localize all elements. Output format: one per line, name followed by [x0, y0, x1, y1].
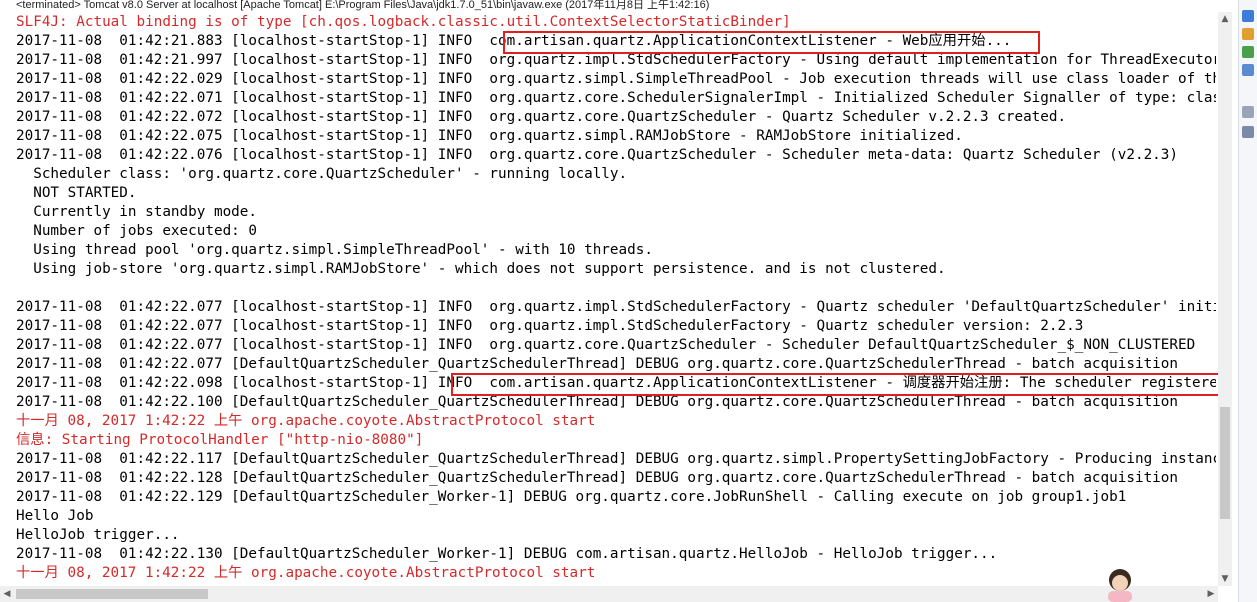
console-line: 2017-11-08 01:42:22.077 [localhost-start… — [16, 337, 1196, 353]
side-toolbar — [1238, 0, 1257, 602]
search-icon[interactable] — [1242, 126, 1254, 138]
console-line: Number of jobs executed: 0 — [16, 223, 258, 239]
console-line: 2017-11-08 01:42:22.117 [DefaultQuartzSc… — [16, 451, 1216, 467]
console-line: 2017-11-08 01:42:22.077 [localhost-start… — [16, 299, 1216, 315]
console-line: Scheduler class: 'org.quartz.core.Quartz… — [16, 166, 628, 182]
console-line: 2017-11-08 01:42:22.130 [DefaultQuartzSc… — [16, 546, 998, 562]
servers-icon[interactable] — [1242, 106, 1254, 118]
console-line: NOT STARTED. — [16, 185, 137, 201]
console-line: Using thread pool 'org.quartz.simpl.Simp… — [16, 242, 653, 258]
console-line: Using job-store 'org.quartz.simpl.RAMJob… — [16, 261, 946, 277]
console-line: Hello Job — [16, 508, 94, 524]
console-title: <terminated> Tomcat v8.0 Server at local… — [16, 0, 710, 11]
horizontal-scrollbar[interactable]: ◀ ▶ — [0, 586, 1218, 602]
scroll-left-icon[interactable]: ◀ — [0, 586, 14, 602]
console-line: 2017-11-08 01:42:22.077 [DefaultQuartzSc… — [16, 356, 1179, 372]
console-output[interactable]: SLF4J: Actual binding is of type [ch.qos… — [16, 13, 1216, 586]
console-line: Currently in standby mode. — [16, 204, 258, 220]
vertical-scroll-thumb[interactable] — [1220, 407, 1230, 519]
properties-icon[interactable] — [1242, 64, 1254, 76]
console-line: 信息: Starting ProtocolHandler ["http-nio-… — [16, 432, 424, 448]
console-line: 十一月 08, 2017 1:42:22 上午 org.apache.coyot… — [16, 413, 596, 429]
console-line: 2017-11-08 01:42:22.128 [DefaultQuartzSc… — [16, 470, 1179, 486]
scroll-down-icon[interactable]: ▼ — [1218, 572, 1232, 586]
console-view-icon[interactable] — [1242, 10, 1254, 22]
horizontal-scroll-thumb[interactable] — [16, 589, 208, 599]
console-line: 2017-11-08 01:42:22.071 [localhost-start… — [16, 90, 1216, 106]
console-line: 2017-11-08 01:42:22.077 [localhost-start… — [16, 318, 1084, 334]
vertical-scrollbar[interactable]: ▲ ▼ — [1218, 12, 1232, 586]
console-line: 2017-11-08 01:42:22.129 [DefaultQuartzSc… — [16, 489, 1127, 505]
console-line: 2017-11-08 01:42:22.072 [localhost-start… — [16, 109, 1067, 125]
console-line: HelloJob trigger... — [16, 527, 180, 543]
tasks-icon[interactable] — [1242, 28, 1254, 40]
console-line: 2017-11-08 01:42:22.076 [localhost-start… — [16, 147, 1179, 163]
highlight-box-scheduler-register — [451, 373, 1221, 396]
outline-icon[interactable] — [1242, 46, 1254, 58]
console-line: 2017-11-08 01:42:22.075 [localhost-start… — [16, 128, 963, 144]
highlight-box-web-start — [503, 31, 1040, 54]
console-line: SLF4J: Actual binding is of type [ch.qos… — [16, 14, 791, 30]
console-line: 2017-11-08 01:42:22.029 [localhost-start… — [16, 71, 1216, 87]
console-line: 十一月 08, 2017 1:42:22 上午 org.apache.coyot… — [16, 565, 596, 581]
avatar — [1108, 569, 1132, 602]
scroll-right-icon[interactable]: ▶ — [1204, 586, 1218, 602]
scroll-up-icon[interactable]: ▲ — [1218, 12, 1232, 26]
